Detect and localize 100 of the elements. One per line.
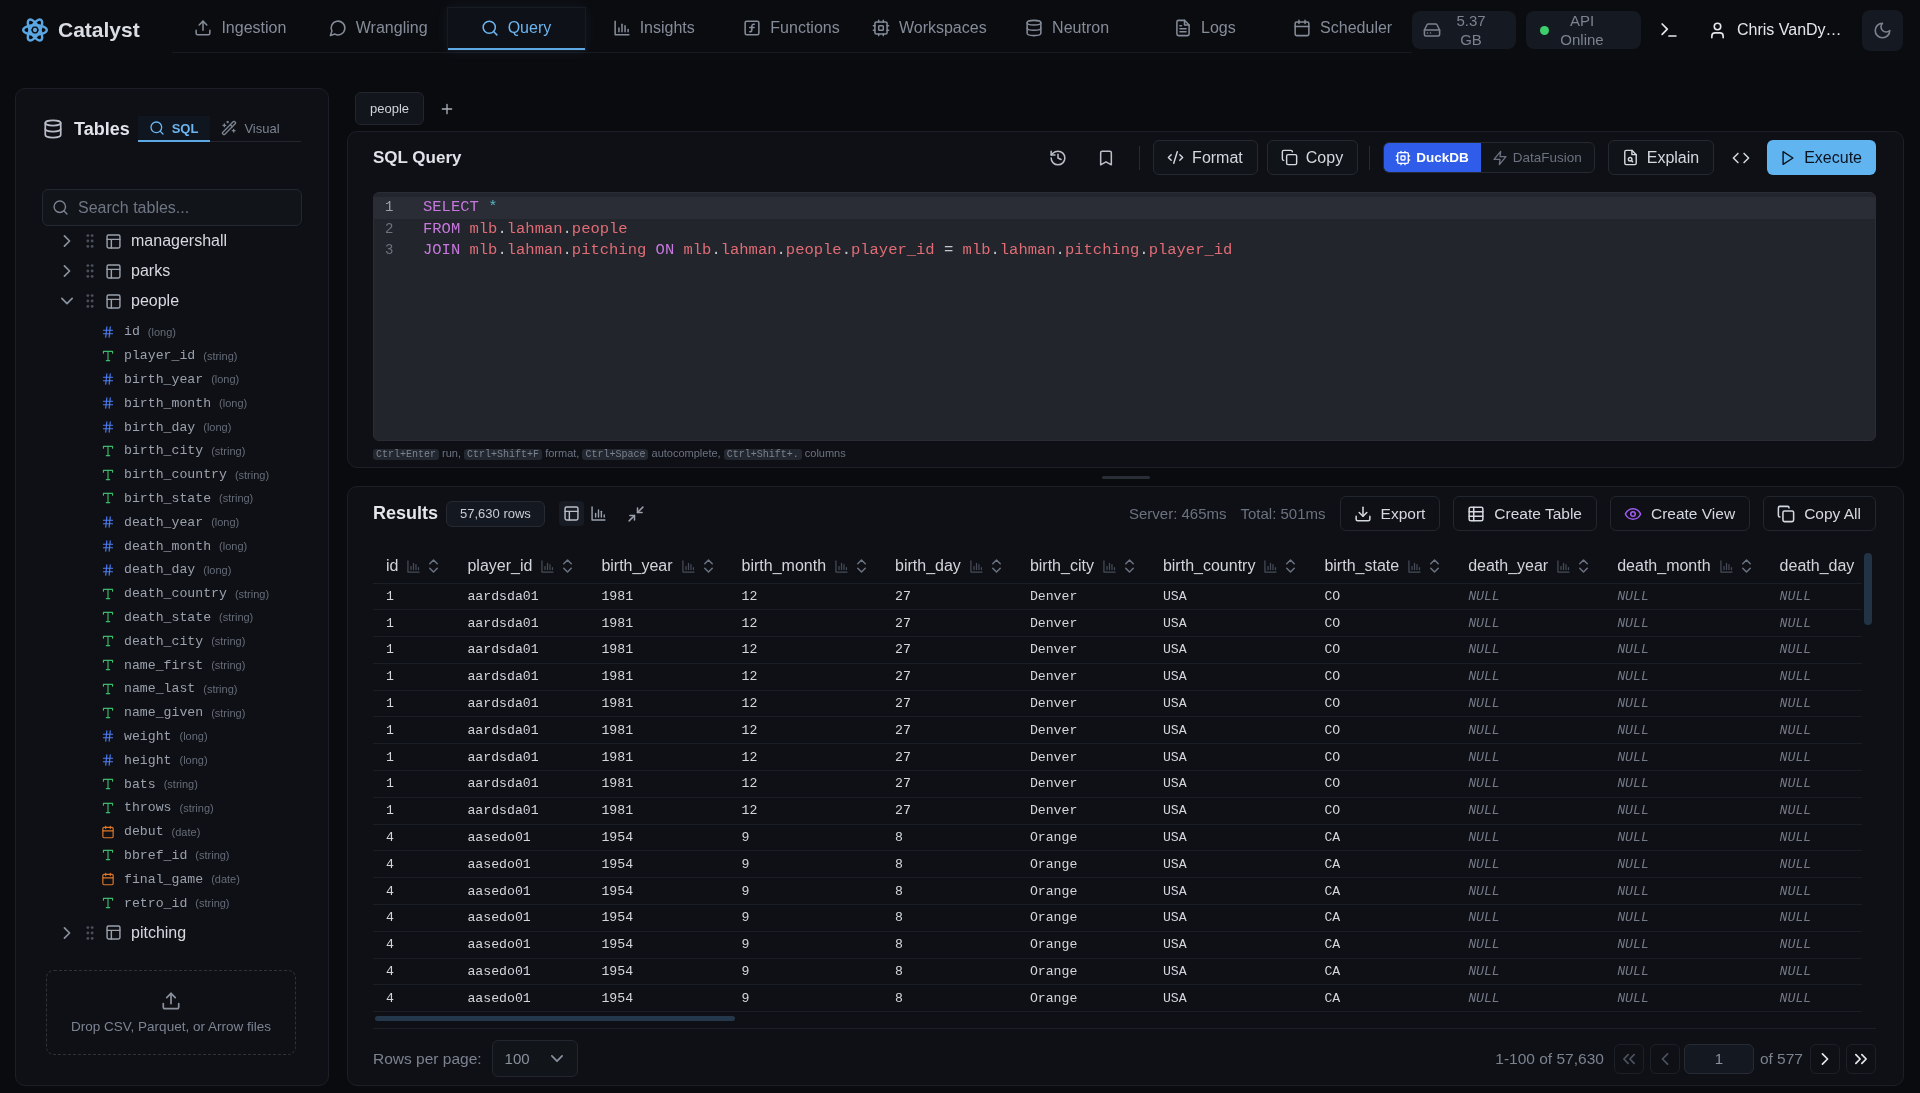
sort-icon[interactable] bbox=[1286, 559, 1296, 574]
last-page-button[interactable] bbox=[1846, 1043, 1876, 1074]
drag-handle-icon[interactable] bbox=[86, 294, 94, 308]
column-stats-icon[interactable] bbox=[681, 559, 695, 573]
page-input[interactable]: 1 bbox=[1683, 1043, 1754, 1074]
column-stats-icon[interactable] bbox=[835, 559, 849, 573]
chevron-down-icon[interactable] bbox=[61, 295, 73, 307]
column-header[interactable]: birth_state bbox=[1311, 550, 1456, 583]
vertical-scrollbar[interactable] bbox=[1864, 553, 1872, 625]
nav-tab[interactable]: Workspaces bbox=[860, 8, 999, 50]
table-name[interactable]: people bbox=[131, 292, 180, 310]
column-header[interactable]: birth_day bbox=[882, 550, 1017, 583]
column-stats-icon[interactable] bbox=[1557, 559, 1571, 573]
execute-button[interactable]: Execute bbox=[1767, 140, 1876, 175]
column-header[interactable]: birth_year bbox=[588, 550, 729, 583]
resize-handle[interactable] bbox=[1101, 475, 1150, 479]
file-tab[interactable]: people bbox=[355, 92, 425, 125]
nav-tab[interactable]: Wrangling bbox=[309, 8, 448, 50]
column-header[interactable]: player_id bbox=[454, 550, 589, 583]
column-name: bats bbox=[124, 776, 156, 792]
file-drop-zone[interactable]: Drop CSV, Parquet, or Arrow files bbox=[46, 970, 296, 1055]
drag-handle-icon[interactable] bbox=[86, 264, 94, 278]
sort-icon[interactable] bbox=[991, 559, 1001, 574]
column-stats-icon[interactable] bbox=[541, 559, 555, 573]
document-search-icon bbox=[1622, 150, 1638, 165]
column-header[interactable]: birth_country bbox=[1149, 550, 1312, 583]
column-type: (string) bbox=[203, 349, 238, 362]
column-stats-icon[interactable] bbox=[1102, 559, 1116, 573]
next-page-button[interactable] bbox=[1810, 1043, 1840, 1074]
toolbar-button[interactable]: Copy bbox=[1266, 140, 1359, 175]
table-cell: NULL bbox=[1604, 663, 1767, 691]
column-header[interactable]: birth_month bbox=[728, 550, 883, 583]
nav-tab[interactable]: Functions bbox=[723, 8, 861, 50]
nav-tab[interactable]: Logs bbox=[1136, 8, 1275, 50]
column-name: birth_city bbox=[124, 443, 204, 459]
column-type: (string) bbox=[195, 897, 230, 909]
table-cell: aardsda01 bbox=[454, 717, 589, 744]
code-editor[interactable]: 1 SELECT * 2 FROM mlb.lahman.people 3 JOIN mlb.lahman.pitching ON mlb.lahman.people.player_id = mlb.lahman.pitching.player_id bbox=[373, 192, 1876, 441]
mode-tab[interactable]: Visual bbox=[210, 116, 292, 142]
column-stats-icon[interactable] bbox=[1264, 559, 1278, 573]
table-cell: Orange bbox=[1016, 824, 1150, 851]
sort-icon[interactable] bbox=[1124, 559, 1134, 574]
sort-icon[interactable] bbox=[1741, 559, 1751, 574]
table-cell: 12 bbox=[728, 663, 883, 691]
terminal-icon[interactable] bbox=[1660, 21, 1678, 39]
engine-tab[interactable]: DataFusion bbox=[1480, 143, 1594, 172]
toolbar-button[interactable]: Format bbox=[1153, 140, 1258, 175]
sort-icon[interactable] bbox=[563, 559, 573, 574]
plus-icon[interactable] bbox=[440, 101, 455, 116]
table-cell: NULL bbox=[1455, 743, 1605, 771]
nav-tab[interactable]: Scheduler bbox=[1274, 8, 1413, 50]
table-cell: NULL bbox=[1604, 770, 1767, 798]
action-button[interactable]: Create Table bbox=[1453, 496, 1597, 531]
theme-toggle[interactable] bbox=[1862, 9, 1903, 51]
column-stats-icon[interactable] bbox=[969, 559, 983, 573]
engine-tab[interactable]: DuckDB bbox=[1384, 143, 1481, 172]
table-name[interactable]: parks bbox=[131, 262, 171, 280]
column-header[interactable]: death_year bbox=[1455, 550, 1605, 583]
table-name[interactable]: pitching bbox=[131, 923, 187, 942]
sort-icon[interactable] bbox=[429, 559, 439, 574]
action-button[interactable]: Export bbox=[1339, 496, 1441, 531]
drag-handle-icon[interactable] bbox=[86, 234, 94, 248]
nav-tab[interactable]: Query bbox=[447, 8, 586, 50]
column-stats-icon[interactable] bbox=[1719, 559, 1733, 573]
horizontal-scrollbar[interactable] bbox=[375, 1016, 735, 1022]
sort-icon[interactable] bbox=[1579, 559, 1589, 574]
mode-tab[interactable]: SQL bbox=[137, 116, 211, 142]
column-stats-icon[interactable] bbox=[407, 559, 421, 573]
table-cell: NULL bbox=[1766, 690, 1862, 717]
sort-icon[interactable] bbox=[857, 559, 867, 574]
nav-tab[interactable]: Insights bbox=[585, 8, 724, 50]
column-header[interactable]: id bbox=[373, 550, 455, 583]
action-button[interactable]: Copy All bbox=[1763, 496, 1876, 531]
chevron-right-icon[interactable] bbox=[61, 926, 73, 939]
collapse-icon[interactable] bbox=[627, 505, 644, 522]
user-menu[interactable]: Chris VanDy… bbox=[1709, 21, 1842, 39]
table-cell: 4 bbox=[373, 958, 455, 985]
chevron-right-icon[interactable] bbox=[61, 235, 73, 247]
table-name[interactable]: managershall bbox=[131, 232, 228, 250]
nav-tab[interactable]: Ingestion bbox=[172, 8, 310, 50]
column-header[interactable]: birth_city bbox=[1016, 550, 1150, 583]
column-name: death_country bbox=[124, 586, 227, 602]
chevron-right-icon[interactable] bbox=[61, 265, 73, 277]
action-button[interactable]: Create View bbox=[1609, 496, 1751, 531]
drag-handle-icon[interactable] bbox=[86, 925, 94, 940]
nav-tab[interactable]: Neutron bbox=[998, 8, 1137, 50]
sort-icon[interactable] bbox=[703, 559, 713, 574]
search-field[interactable]: Search tables... bbox=[42, 189, 302, 226]
explain-button[interactable]: Explain bbox=[1607, 140, 1715, 175]
table-icon bbox=[106, 293, 121, 309]
view-toggle[interactable] bbox=[558, 501, 584, 526]
column-header[interactable]: death_month bbox=[1604, 550, 1767, 583]
sort-icon[interactable] bbox=[1430, 559, 1440, 574]
history-icon[interactable] bbox=[1050, 149, 1067, 166]
panel-title: Results bbox=[373, 503, 439, 524]
table-cell: 1 bbox=[373, 636, 455, 664]
letter-t-icon bbox=[102, 897, 114, 909]
column-stats-icon[interactable] bbox=[1408, 559, 1422, 573]
rows-per-page-select[interactable]: 100 bbox=[491, 1040, 578, 1078]
bookmark-icon[interactable] bbox=[1098, 149, 1115, 166]
